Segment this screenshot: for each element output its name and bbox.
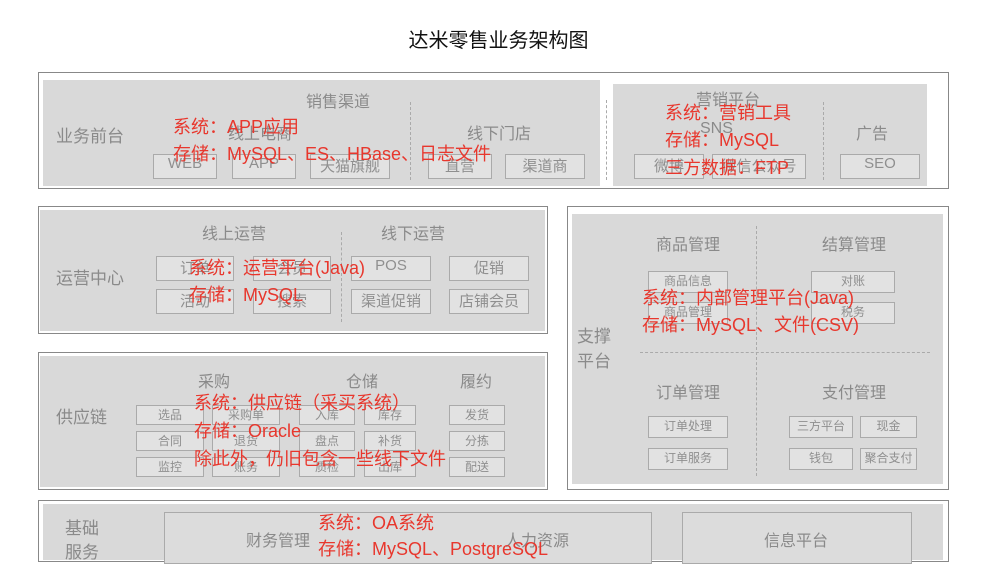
wallet-button[interactable]: 钱包 (789, 448, 853, 470)
pay-mgmt-label: 支付管理 (822, 385, 887, 402)
online-ops-label: 线上运营 (202, 226, 267, 243)
marketing-note-storage: 存储：MySQL (665, 130, 780, 150)
order-mgmt-label: 订单管理 (656, 385, 721, 402)
support-label-line1: 支撑 (577, 327, 611, 346)
ops-note-storage: 存储：MySQL (189, 285, 304, 305)
channel-dealer-button[interactable]: 渠道商 (505, 154, 585, 179)
channel-promo-button[interactable]: 渠道促销 (351, 289, 431, 314)
sorting-button[interactable]: 分拣 (449, 431, 505, 451)
supply-label: 供应链 (56, 408, 107, 427)
supply-note-system: 系统：供应链（采买系统） (194, 393, 410, 413)
page-title: 达米零售业务架构图 (408, 30, 589, 52)
shipping-button[interactable]: 发货 (449, 405, 505, 425)
sales-note-storage: 存储：MySQL、ES、HBase、日志文件 (173, 144, 492, 164)
base-label-line2: 服务 (65, 543, 99, 562)
sales-title: 销售渠道 (306, 94, 371, 111)
ads-label: 广告 (856, 126, 889, 143)
promotion-button[interactable]: 促销 (449, 256, 529, 281)
support-hdivider (640, 352, 930, 353)
front-divider (606, 100, 607, 180)
support-block (572, 214, 943, 484)
ops-label: 运营中心 (56, 269, 124, 288)
supply-note-extra: 除此外，仍旧包含一些线下文件 (194, 449, 446, 469)
support-label-line2: 平台 (577, 352, 611, 371)
marketing-note-thirdparty: 三方数据：FTP (665, 158, 789, 178)
base-label-line1: 基础 (65, 519, 99, 538)
seo-button[interactable]: SEO (840, 154, 920, 179)
aggregate-pay-button[interactable]: 聚合支付 (860, 448, 917, 470)
order-service-button[interactable]: 订单服务 (648, 448, 728, 470)
supply-note-storage: 存储：Oracle (194, 421, 302, 441)
store-member-button[interactable]: 店铺会员 (449, 289, 529, 314)
front-label: 业务前台 (56, 127, 124, 146)
offline-ops-label: 线下运营 (381, 226, 446, 243)
finance-label: 财务管理 (246, 533, 311, 550)
marketing-note-system: 系统：营销工具 (665, 103, 791, 123)
info-platform-label: 信息平台 (764, 533, 829, 550)
sales-note-system: 系统：APP应用 (173, 117, 300, 137)
support-note-storage: 存储：MySQL、文件(CSV) (642, 315, 860, 335)
ops-note-system: 系统：运营平台(Java) (189, 258, 366, 278)
support-vdivider (756, 226, 757, 476)
delivery-button[interactable]: 配送 (449, 457, 505, 477)
base-note-system: 系统：OA系统 (318, 513, 435, 533)
order-process-button[interactable]: 订单处理 (648, 416, 728, 438)
settle-mgmt-label: 结算管理 (822, 237, 887, 254)
marketing-divider (823, 102, 824, 180)
support-note-system: 系统：内部管理平台(Java) (642, 288, 855, 308)
fulfill-label: 履约 (460, 374, 493, 391)
goods-mgmt-label: 商品管理 (656, 237, 721, 254)
third-party-pay-button[interactable]: 三方平台 (789, 416, 853, 438)
base-note-storage: 存储：MySQL、PostgreSQL (318, 539, 549, 559)
cash-button[interactable]: 现金 (860, 416, 917, 438)
